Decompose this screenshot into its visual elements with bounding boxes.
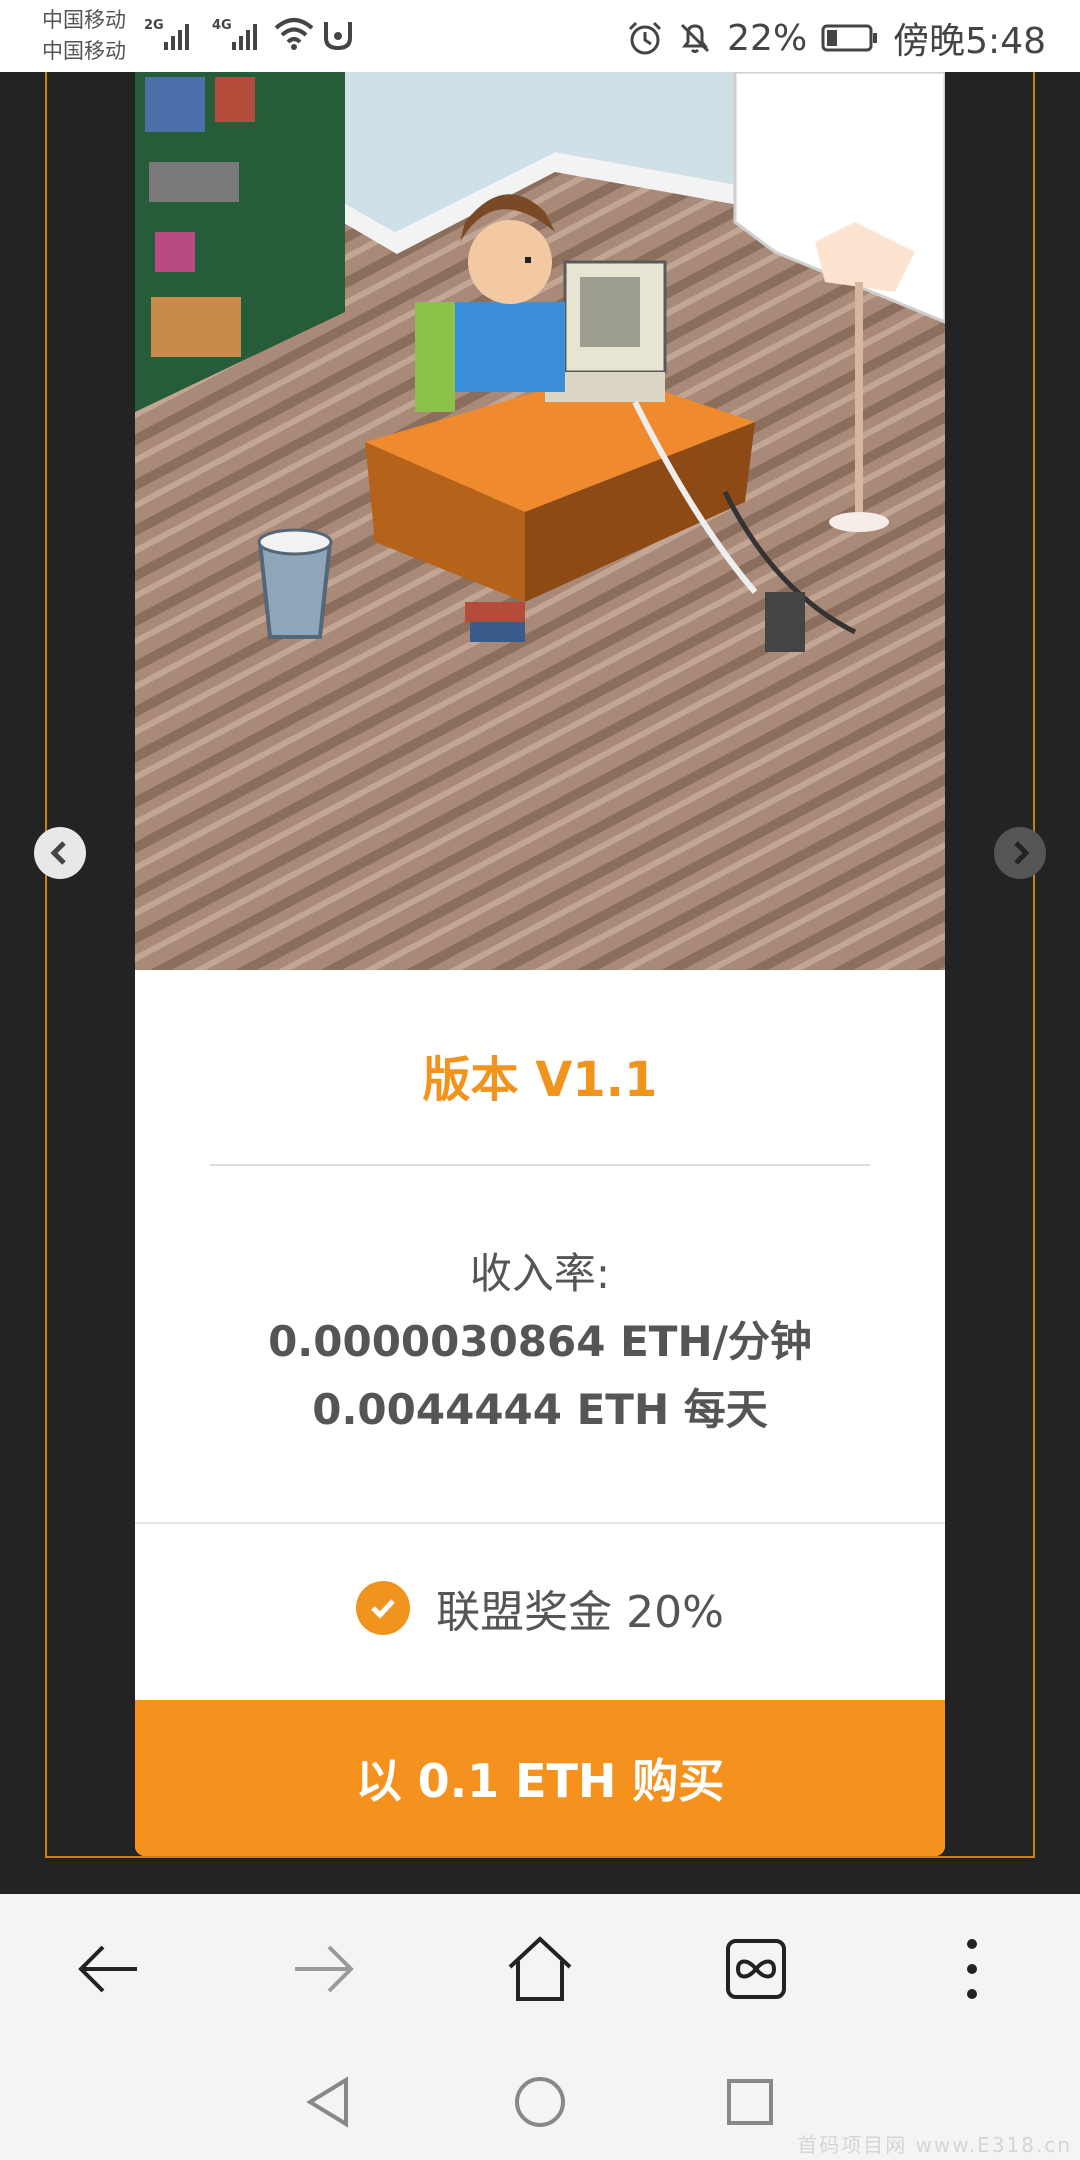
carrier-1-label: 中国移动 bbox=[42, 8, 126, 32]
forward-arrow-icon bbox=[295, 1945, 354, 1993]
carousel-next-button[interactable] bbox=[994, 827, 1046, 879]
signal-2g-icon: 2G bbox=[144, 18, 189, 50]
app-notification-icon bbox=[324, 22, 352, 51]
divider bbox=[135, 1522, 945, 1524]
signal-4g-icon: 4G bbox=[212, 18, 257, 50]
divider bbox=[210, 1164, 870, 1166]
battery-percent: 22% bbox=[727, 17, 808, 59]
network-1-label: 2G bbox=[144, 18, 164, 33]
chevron-left-icon bbox=[50, 841, 66, 865]
browser-toolbar bbox=[0, 1894, 1080, 2044]
home-button[interactable] bbox=[500, 1929, 580, 2009]
nav-recent-square-icon[interactable] bbox=[720, 2072, 780, 2132]
check-circle-icon bbox=[356, 1581, 411, 1635]
more-vertical-icon bbox=[967, 1939, 977, 1999]
network-2-label: 4G bbox=[212, 18, 232, 33]
nav-home-circle-icon[interactable] bbox=[510, 2072, 570, 2132]
buy-button-label: 以 0.1 ETH 购买 bbox=[355, 1754, 725, 1808]
alliance-bonus-row: 联盟奖金 20% bbox=[135, 1576, 945, 1640]
alliance-bonus-label: 联盟奖金 20% bbox=[436, 1587, 724, 1638]
back-arrow-icon bbox=[78, 1945, 137, 1993]
home-icon bbox=[508, 1936, 572, 2001]
buy-button[interactable]: 以 0.1 ETH 购买 bbox=[135, 1700, 945, 1856]
rate-per-minute: 0.0000030864 ETH/分钟 bbox=[268, 1317, 812, 1366]
alarm-icon bbox=[629, 21, 662, 55]
tabs-infinity-icon bbox=[726, 1939, 786, 1999]
pixel-office-illustration bbox=[135, 72, 945, 970]
carrier-2-label: 中国移动 bbox=[42, 39, 126, 63]
more-menu-button[interactable] bbox=[932, 1929, 1012, 2009]
battery-icon bbox=[821, 24, 878, 52]
back-button[interactable] bbox=[68, 1929, 148, 2009]
nav-back-triangle-icon[interactable] bbox=[300, 2072, 360, 2132]
version-title: 版本 V1.1 bbox=[422, 1052, 658, 1108]
income-rate-block: 收入率: 0.0000030864 ETH/分钟 0.0044444 ETH 每… bbox=[135, 1240, 945, 1444]
rate-per-day: 0.0044444 ETH 每天 bbox=[312, 1385, 768, 1434]
forward-button[interactable] bbox=[284, 1929, 364, 2009]
watermark-text: 首码项目网 www.E318.cn bbox=[797, 2133, 1072, 2157]
wifi-icon bbox=[274, 18, 314, 50]
tabs-button[interactable] bbox=[716, 1929, 796, 2009]
clock-time: 傍晚5:48 bbox=[893, 21, 1046, 62]
mute-bell-icon bbox=[681, 23, 710, 53]
chevron-right-icon bbox=[1014, 841, 1030, 865]
income-rate-label: 收入率: bbox=[469, 1249, 611, 1298]
status-bar: 中国移动 中国移动 2G 4G 22% 傍晚5:48 bbox=[0, 0, 1080, 72]
carousel-prev-button[interactable] bbox=[34, 827, 86, 879]
